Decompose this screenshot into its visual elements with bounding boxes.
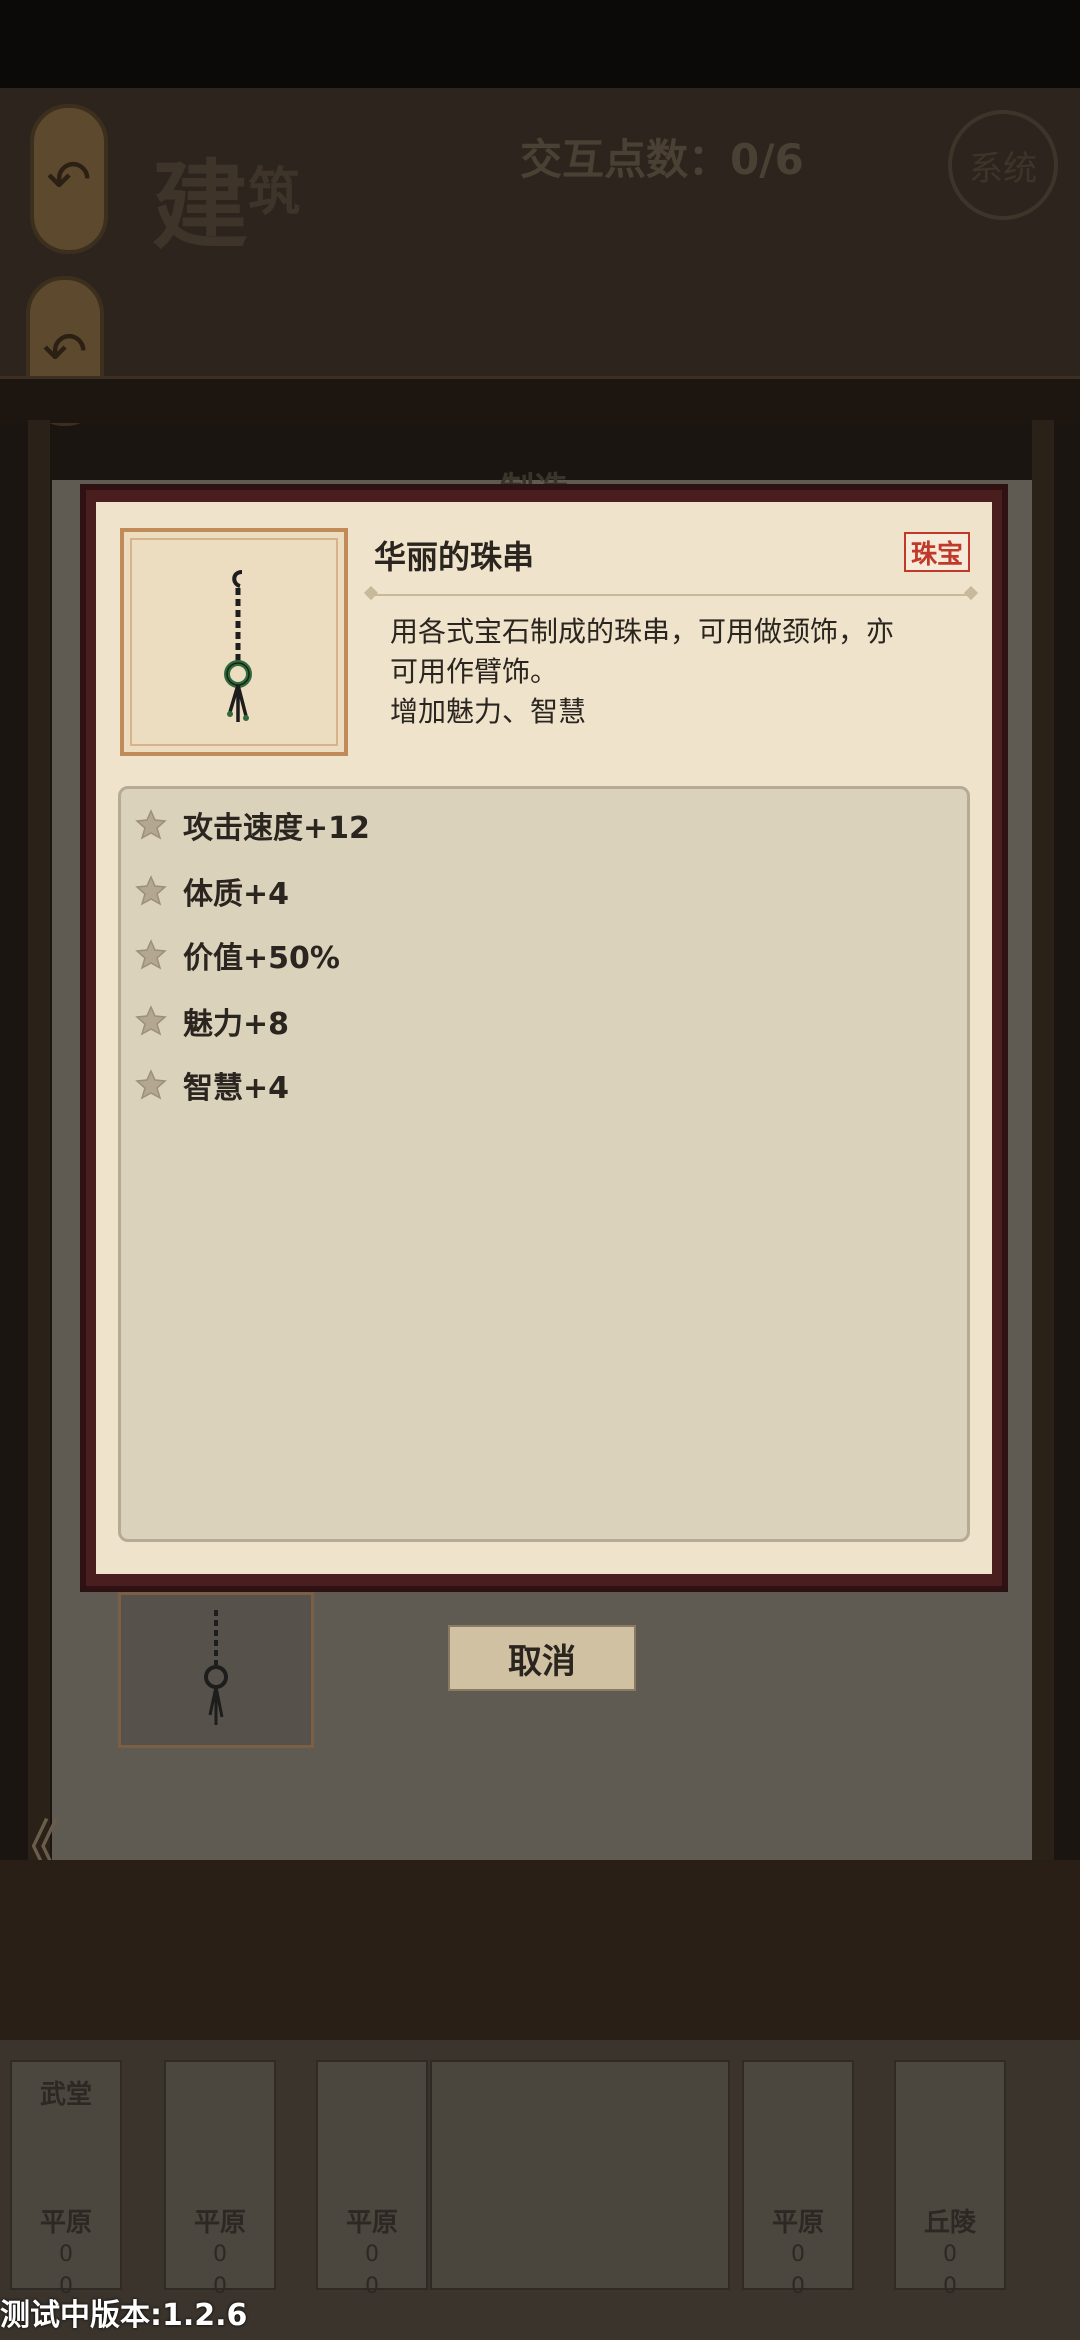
- flower-icon: [133, 873, 169, 909]
- terrain-label: 平原: [39, 2208, 92, 2238]
- item-description: 用各式宝石制成的珠串，可用做颈饰，亦 可用作臂饰。 增加魅力、智慧: [390, 615, 895, 728]
- flower-icon: [133, 1067, 169, 1103]
- building-card[interactable]: 平原 0 0: [164, 2060, 276, 2299]
- building-card[interactable]: 武堂 平原 0 0: [10, 2060, 122, 2299]
- back-arrow-icon: ↶: [42, 319, 88, 383]
- crafting-item-slot[interactable]: [118, 1592, 314, 1748]
- terrain-label: 平原: [345, 2208, 398, 2238]
- terrain-label: 平原: [193, 2208, 246, 2238]
- status-bar: [0, 0, 1080, 88]
- necklace-icon: [204, 1610, 228, 1725]
- item-image-slot: [120, 528, 348, 756]
- building-card[interactable]: 平原 0 0: [742, 2060, 854, 2299]
- flower-icon: [133, 1003, 169, 1039]
- back-arrow-icon: ↶: [46, 147, 92, 211]
- gate-pillar-left: [28, 420, 50, 2020]
- flower-icon: [133, 807, 169, 843]
- terrain-label: 丘陵: [923, 2208, 976, 2238]
- necklace-icon: [224, 570, 252, 722]
- gate-beam: [0, 376, 1080, 423]
- stat-row: 体质+4: [133, 871, 289, 912]
- title-divider: [372, 594, 970, 596]
- stats-panel: 攻击速度+12 体质+4 价值+50% 魅力+8 智慧+4: [118, 786, 970, 1542]
- page-title-suffix: 筑: [248, 162, 301, 223]
- category-badge: 珠宝: [904, 532, 970, 572]
- building-illustration[interactable]: [430, 2060, 730, 2290]
- stat-row: 智慧+4: [133, 1065, 289, 1106]
- back-button[interactable]: ↶: [30, 104, 108, 254]
- flower-icon: [133, 937, 169, 973]
- gate-pillar-right: [1032, 420, 1054, 2020]
- building-card[interactable]: 丘陵 0 0: [894, 2060, 1006, 2299]
- page-title: 建: [152, 149, 248, 262]
- stat-row: 价值+50%: [133, 935, 340, 976]
- version-label: 测试中版本:1.2.6: [0, 2298, 248, 2333]
- stat-row: 攻击速度+12: [133, 805, 370, 846]
- cancel-button[interactable]: 取消: [448, 1625, 636, 1691]
- system-button[interactable]: 系统: [948, 110, 1058, 220]
- panel-footer: [0, 1860, 1080, 2060]
- interaction-points: 交互点数：0/6: [520, 135, 804, 184]
- building-card[interactable]: 平原 0 0: [316, 2060, 428, 2299]
- terrain-label: 平原: [771, 2208, 824, 2238]
- item-name: 华丽的珠串: [374, 538, 535, 576]
- stat-row: 魅力+8: [133, 1001, 289, 1042]
